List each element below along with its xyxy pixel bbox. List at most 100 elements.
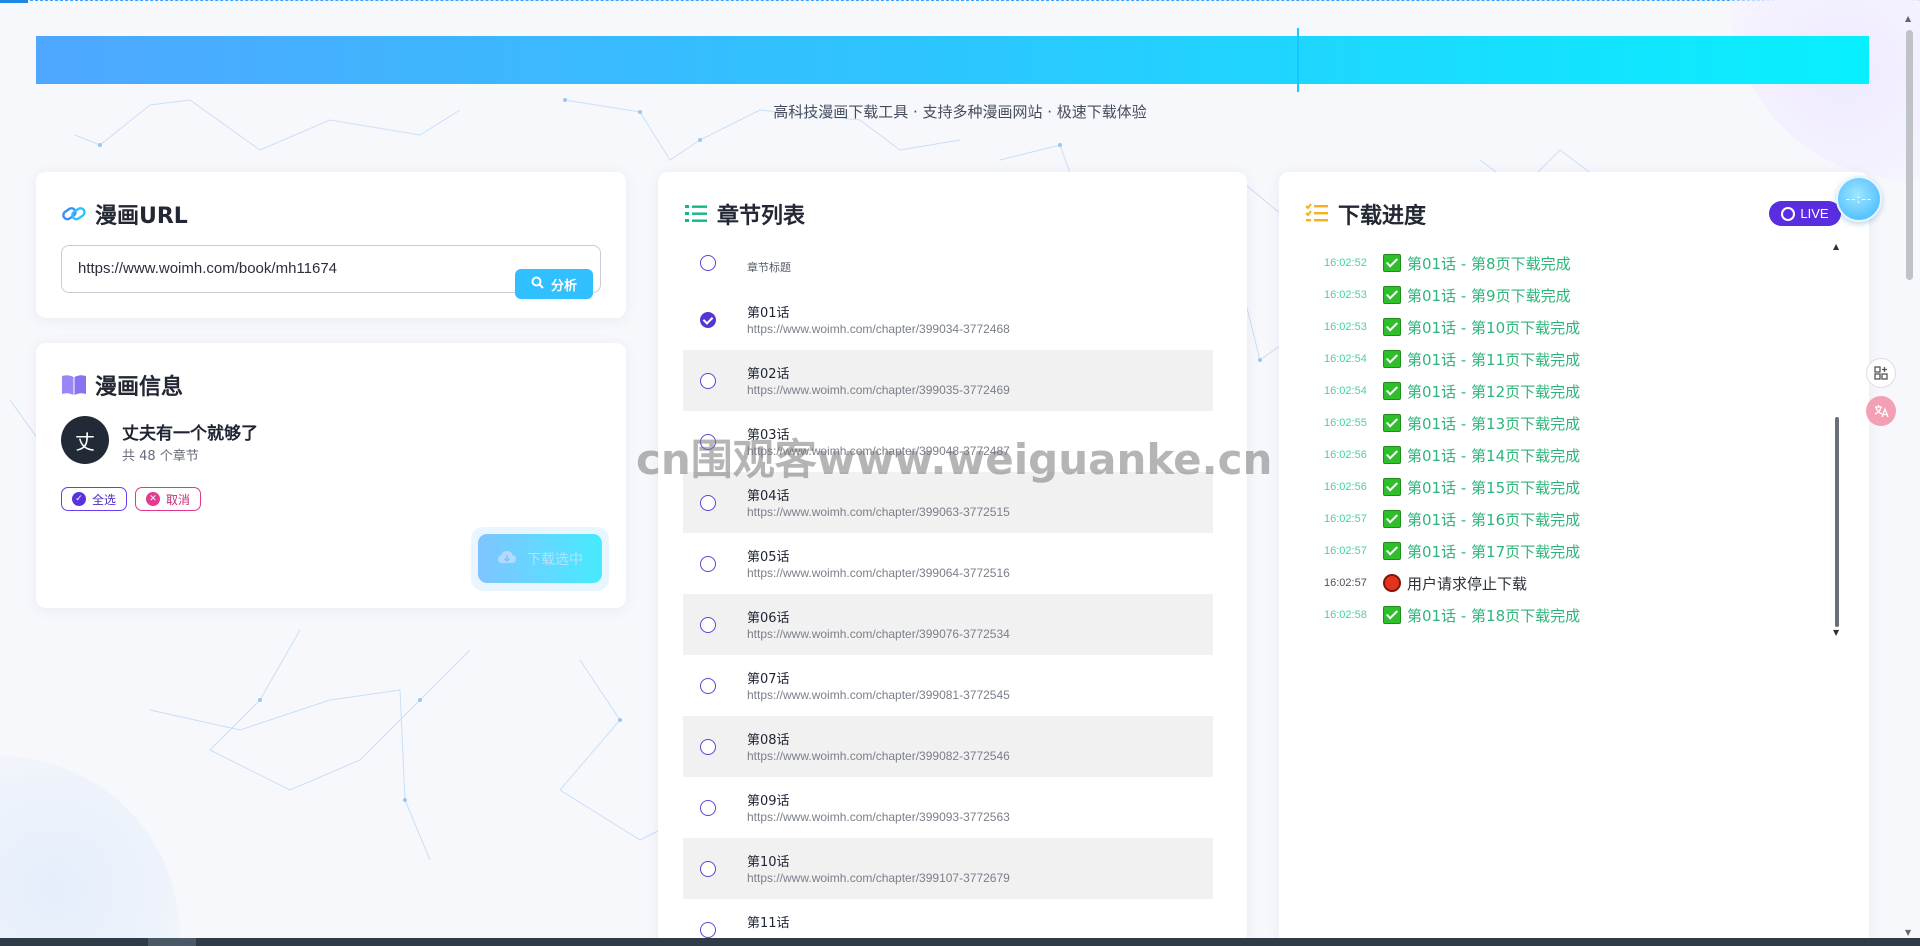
checkmark-icon xyxy=(1383,318,1401,336)
log-timestamp: 16:02:57 xyxy=(1324,545,1367,557)
banner-marker xyxy=(1297,28,1299,92)
chapter-row[interactable]: 第07话 https://www.woimh.com/chapter/399081… xyxy=(683,655,1213,716)
log-entry: 16:02:54 第01话 - 第12页下载完成 xyxy=(1324,375,1824,407)
log-timestamp: 16:02:56 xyxy=(1324,481,1367,493)
chapter-select-radio[interactable] xyxy=(700,861,716,877)
chapter-select-radio[interactable] xyxy=(700,373,716,389)
chapter-title: 第04话 xyxy=(747,489,790,504)
chapter-select-radio[interactable] xyxy=(700,678,716,694)
taskbar xyxy=(0,938,1920,946)
log-entry: 16:02:57 第01话 - 第17页下载完成 xyxy=(1324,535,1824,567)
select-all-radio[interactable] xyxy=(700,255,716,271)
chapter-select-radio[interactable] xyxy=(700,800,716,816)
list-icon xyxy=(683,201,709,227)
info-card-title: 漫画信息 xyxy=(61,369,183,401)
chapter-select-radio[interactable] xyxy=(700,312,716,328)
page-scrollbar[interactable]: ▲ ▼ xyxy=(1905,14,1914,938)
chapter-select-radio[interactable] xyxy=(700,556,716,572)
page-scroll-up-icon[interactable]: ▲ xyxy=(1905,14,1911,23)
chapter-title: 第10话 xyxy=(747,855,790,870)
comic-avatar: 丈 xyxy=(61,416,109,464)
chapter-title: 第09话 xyxy=(747,794,790,809)
log-entry: 16:02:56 第01话 - 第14页下载完成 xyxy=(1324,439,1824,471)
chapter-title: 第07话 xyxy=(747,672,790,687)
log-timestamp: 16:02:52 xyxy=(1324,257,1367,269)
select-all-button[interactable]: ✓ 全选 xyxy=(61,487,127,511)
checkmark-icon xyxy=(1383,414,1401,432)
log-message: 第01话 - 第14页下载完成 xyxy=(1407,446,1581,465)
chapter-title: 第02话 xyxy=(747,367,790,382)
checkmark-icon xyxy=(1383,382,1401,400)
chapter-list-card: 章节列表 章节标题 第01话 https://www.woimh.com/chap… xyxy=(658,172,1247,946)
checkmark-icon xyxy=(1383,606,1401,624)
chapter-row[interactable]: 第10话 https://www.woimh.com/chapter/399107… xyxy=(683,838,1213,899)
log-timestamp: 16:02:55 xyxy=(1324,417,1367,429)
log-timestamp: 16:02:53 xyxy=(1324,321,1367,333)
chapter-card-title: 章节列表 xyxy=(683,198,805,230)
chapter-row[interactable]: 第05话 https://www.woimh.com/chapter/399064… xyxy=(683,533,1213,594)
analyze-button[interactable]: 分析 xyxy=(515,269,593,299)
log-message: 第01话 - 第11页下载完成 xyxy=(1407,350,1581,369)
chapter-select-radio[interactable] xyxy=(700,617,716,633)
log-scrollbar[interactable]: ▲ ▼ xyxy=(1833,242,1840,637)
chapter-count: 共 48 个章节 xyxy=(122,449,199,464)
header-banner xyxy=(36,36,1869,84)
chapter-title-header: 章节标题 xyxy=(747,261,791,274)
x-circle-icon: ✕ xyxy=(146,492,160,506)
grid-add-icon[interactable] xyxy=(1866,358,1896,388)
scroll-down-arrow-icon[interactable]: ▼ xyxy=(1833,628,1839,637)
chapter-row[interactable]: 第01话 https://www.woimh.com/chapter/399034… xyxy=(683,289,1213,350)
cancel-selection-button[interactable]: ✕ 取消 xyxy=(135,487,201,511)
chapter-row[interactable]: 第02话 https://www.woimh.com/chapter/399035… xyxy=(683,350,1213,411)
log-entry: 16:02:53 第01话 - 第10页下载完成 xyxy=(1324,311,1824,343)
comic-info-card: 漫画信息 丈 丈夫有一个就够了 共 48 个章节 ✓ 全选 ✕ 取消 下载选中 xyxy=(36,343,626,608)
checkmark-icon xyxy=(1383,286,1401,304)
comic-name: 丈夫有一个就够了 xyxy=(122,424,258,444)
log-entry: 16:02:56 第01话 - 第15页下载完成 xyxy=(1324,471,1824,503)
stop-icon xyxy=(1383,574,1401,592)
log-timestamp: 16:02:57 xyxy=(1324,513,1367,525)
log-entry: 16:02:52 第01话 - 第8页下载完成 xyxy=(1324,247,1824,279)
page-scroll-down-icon[interactable]: ▼ xyxy=(1905,928,1911,937)
live-badge: LIVE xyxy=(1769,201,1841,226)
progress-card-title-text: 下载进度 xyxy=(1338,204,1427,229)
checkmark-icon xyxy=(1383,350,1401,368)
search-icon xyxy=(531,276,544,293)
floating-assistant-button[interactable]: --:-- xyxy=(1836,176,1882,222)
url-card-title-text: 漫画URL xyxy=(95,204,188,229)
chapter-select-radio[interactable] xyxy=(700,922,716,938)
cancel-label: 取消 xyxy=(166,492,191,507)
log-timestamp: 16:02:54 xyxy=(1324,353,1367,365)
checklist-icon xyxy=(1304,201,1330,227)
chapter-url: https://www.woimh.com/chapter/399082-377… xyxy=(747,749,1010,763)
scroll-up-arrow-icon[interactable]: ▲ xyxy=(1833,242,1839,251)
watermark-text: cn围观客www.weiguanke.cn xyxy=(636,435,1273,484)
cloud-download-icon xyxy=(497,549,517,569)
chapter-url: https://www.woimh.com/chapter/399064-377… xyxy=(747,566,1010,580)
log-entry: 16:02:57 用户请求停止下载 xyxy=(1324,567,1824,599)
taskbar-item[interactable] xyxy=(148,938,196,946)
chapter-select-radio[interactable] xyxy=(700,739,716,755)
log-entry: 16:02:53 第01话 - 第9页下载完成 xyxy=(1324,279,1824,311)
check-circle-icon: ✓ xyxy=(72,492,86,506)
page-scrollbar-thumb[interactable] xyxy=(1906,30,1913,280)
download-progress-card: 下载进度 LIVE 16:02:52 第01话 - 第8页下载完成 16:02:53… xyxy=(1279,172,1869,946)
translate-icon[interactable] xyxy=(1866,396,1896,426)
log-scrollbar-thumb[interactable] xyxy=(1835,417,1839,627)
chapter-row[interactable]: 第06话 https://www.woimh.com/chapter/399076… xyxy=(683,594,1213,655)
analyze-button-label: 分析 xyxy=(550,278,577,294)
chapter-url: https://www.woimh.com/chapter/399093-377… xyxy=(747,810,1010,824)
chapter-row[interactable]: 第09话 https://www.woimh.com/chapter/399093… xyxy=(683,777,1213,838)
log-timestamp: 16:02:57 xyxy=(1324,577,1367,589)
chapter-url: https://www.woimh.com/chapter/399035-377… xyxy=(747,383,1010,397)
chapter-row[interactable]: 第08话 https://www.woimh.com/chapter/399082… xyxy=(683,716,1213,777)
download-selected-button[interactable]: 下载选中 xyxy=(478,534,602,583)
chapter-select-radio[interactable] xyxy=(700,495,716,511)
checkmark-icon xyxy=(1383,478,1401,496)
download-button-wrapper: 下载选中 xyxy=(471,527,609,591)
log-entry: 16:02:54 第01话 - 第11页下载完成 xyxy=(1324,343,1824,375)
chapter-list: 第01话 https://www.woimh.com/chapter/399034… xyxy=(683,289,1213,946)
book-icon xyxy=(61,372,87,398)
log-message: 第01话 - 第10页下载完成 xyxy=(1407,318,1581,337)
chapter-url: https://www.woimh.com/chapter/399063-377… xyxy=(747,505,1010,519)
